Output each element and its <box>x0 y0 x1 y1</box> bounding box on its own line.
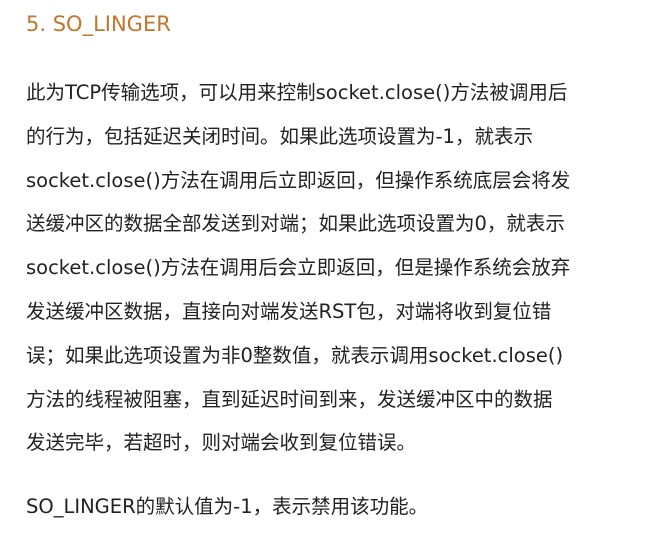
document-content: 5. SO_LINGER 此为TCP传输选项，可以用来控制socket.clos… <box>26 0 648 518</box>
default-value-note: SO_LINGER的默认值为-1，表示禁用该功能。 <box>26 495 429 518</box>
option-description-paragraph: 此为TCP传输选项，可以用来控制socket.close()方法被调用后 的行为… <box>26 81 571 455</box>
section-heading: 5. SO_LINGER <box>26 12 171 36</box>
